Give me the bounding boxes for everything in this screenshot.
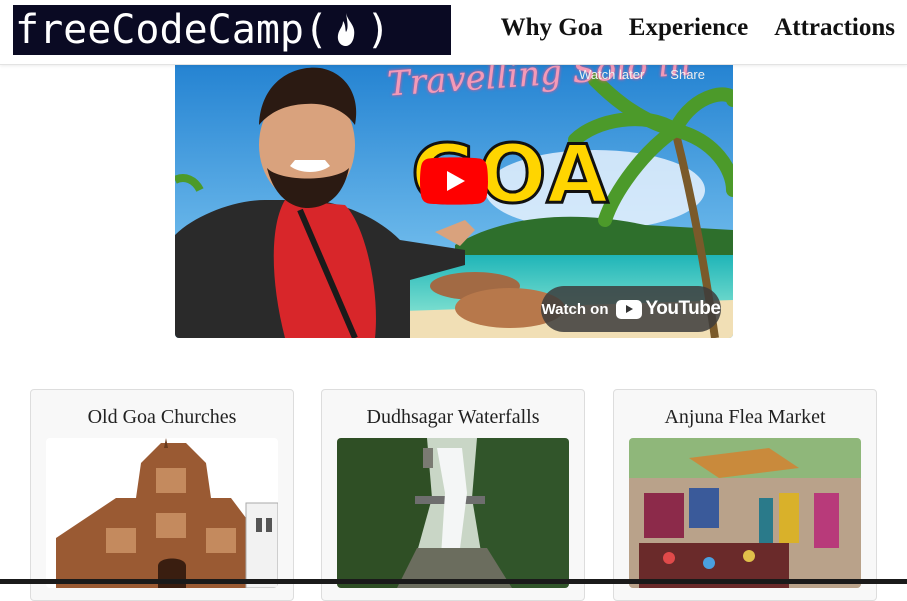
freecodecamp-logo[interactable]: freeCodeCamp( ) [13,5,451,55]
youtube-logo: YouTube [616,298,721,320]
card-title: Old Goa Churches [87,406,237,428]
nav-link-experience[interactable]: Experience [629,14,748,42]
site-header: freeCodeCamp( ) Why Goa Experience Attra… [0,0,907,65]
logo-text-right: ) [366,7,391,53]
flame-icon [337,13,355,46]
video-top-actions: Watch later Share [579,67,705,82]
play-icon[interactable] [420,157,488,205]
anjuna-flea-market-image [629,438,861,588]
card-title: Anjuna Flea Market [664,406,826,428]
bottom-edge-bar [0,579,907,584]
youtube-play-icon [616,299,643,319]
share-button[interactable]: Share [670,67,705,82]
dudhsagar-waterfalls-image [337,438,569,588]
watch-on-youtube-button[interactable]: Watch on YouTube [541,286,721,332]
old-goa-churches-image [46,438,278,588]
youtube-logo-text: YouTube [645,298,721,319]
nav-link-attractions[interactable]: Attractions [774,14,895,42]
nav-link-why-goa[interactable]: Why Goa [501,14,603,42]
youtube-video-embed[interactable]: Travelling Solo in GOA Watch later Share… [175,50,733,338]
watch-on-label: Watch on [541,300,609,318]
attraction-card-anjuna-flea-market: Anjuna Flea Market [613,389,877,601]
attraction-card-dudhsagar-waterfalls: Dudhsagar Waterfalls [321,389,585,601]
main-nav: Why Goa Experience Attractions [501,14,895,42]
watch-later-button[interactable]: Watch later [579,67,644,82]
attraction-card-old-goa-churches: Old Goa Churches [30,389,294,601]
logo-text-left: freeCodeCamp( [15,7,329,53]
card-title: Dudhsagar Waterfalls [366,406,540,428]
